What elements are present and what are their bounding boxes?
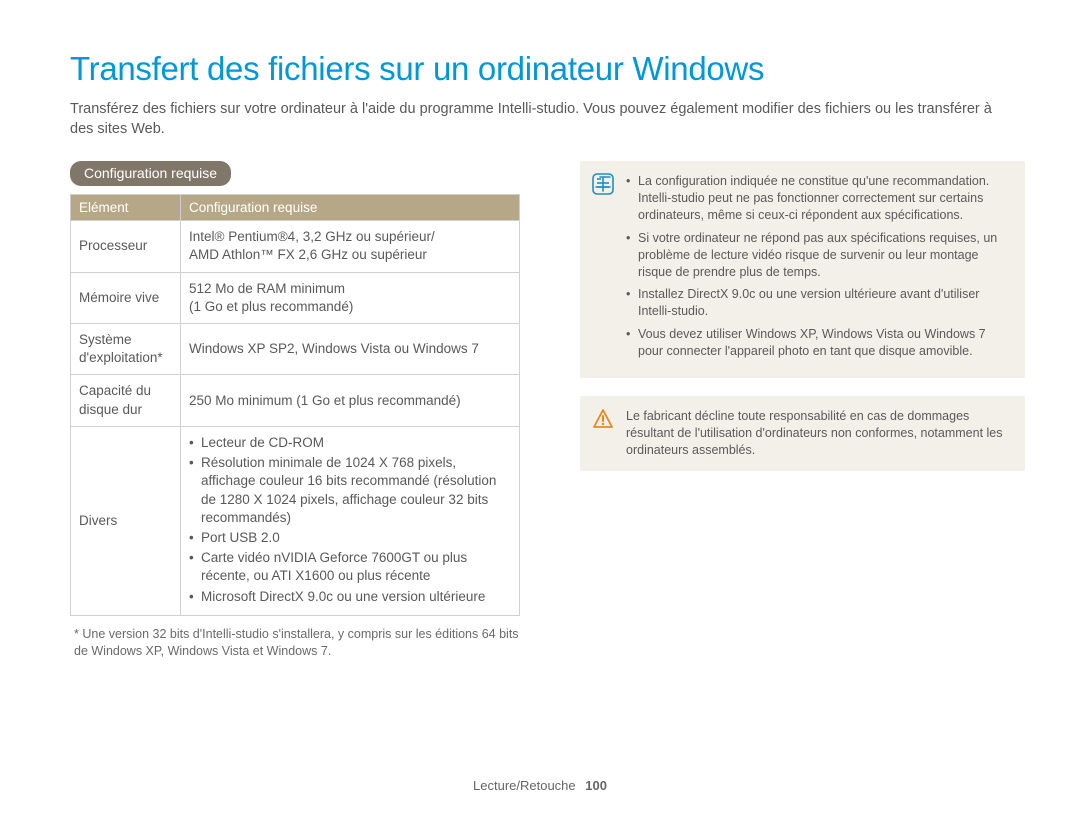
cell-hdd-key: Capacité du disque dur [71,375,181,426]
cell-cpu-val: Intel® Pentium®4, 3,2 GHz ou supérieur/ … [181,221,520,272]
left-column: Configuration requise Elément Configurat… [70,161,520,659]
list-item: Carte vidéo nVIDIA Geforce 7600GT ou plu… [189,549,511,585]
cell-misc-val: Lecteur de CD-ROM Résolution minimale de… [181,426,520,615]
page-title: Transfert des fichiers sur un ordinateur… [70,50,1025,88]
list-item: La configuration indiquée ne constitue q… [626,173,1011,224]
requirements-table: Elément Configuration requise Processeur… [70,194,520,616]
warning-icon [592,408,614,430]
cell-ram-val: 512 Mo de RAM minimum (1 Go et plus reco… [181,272,520,323]
cell-ram-key: Mémoire vive [71,272,181,323]
page-footer: Lecture/Retouche 100 [0,778,1080,793]
intro-text: Transférez des fichiers sur votre ordina… [70,100,1010,139]
footer-page-number: 100 [585,778,607,793]
list-item: Lecteur de CD-ROM [189,434,511,452]
list-item: Vous devez utiliser Windows XP, Windows … [626,326,1011,360]
table-row: Mémoire vive 512 Mo de RAM minimum (1 Go… [71,272,520,323]
cell-cpu-key: Processeur [71,221,181,272]
info-icon [592,173,614,195]
table-header-element: Elément [71,195,181,221]
cell-misc-key: Divers [71,426,181,615]
footer-section: Lecture/Retouche [473,778,576,793]
footnote: * Une version 32 bits d'Intelli-studio s… [70,626,520,660]
two-column-layout: Configuration requise Elément Configurat… [70,161,1025,659]
right-column: La configuration indiquée ne constitue q… [580,161,1025,659]
table-header-req: Configuration requise [181,195,520,221]
info-notebox: La configuration indiquée ne constitue q… [580,161,1025,378]
list-item: Microsoft DirectX 9.0c ou une version ul… [189,588,511,606]
info-list: La configuration indiquée ne constitue q… [626,173,1011,360]
list-item: Si votre ordinateur ne répond pas aux sp… [626,230,1011,281]
table-row: Divers Lecteur de CD-ROM Résolution mini… [71,426,520,615]
table-row: Capacité du disque dur 250 Mo minimum (1… [71,375,520,426]
cell-os-val: Windows XP SP2, Windows Vista ou Windows… [181,324,520,375]
list-item: Installez DirectX 9.0c ou une version ul… [626,286,1011,320]
warning-notebox: Le fabricant décline toute responsabilit… [580,396,1025,471]
cell-os-key: Système d'exploitation* [71,324,181,375]
table-row: Processeur Intel® Pentium®4, 3,2 GHz ou … [71,221,520,272]
misc-list: Lecteur de CD-ROM Résolution minimale de… [189,434,511,606]
section-heading-pill: Configuration requise [70,161,231,186]
cell-hdd-val: 250 Mo minimum (1 Go et plus recommandé) [181,375,520,426]
manual-page: Transfert des fichiers sur un ordinateur… [0,0,1080,815]
list-item: Résolution minimale de 1024 X 768 pixels… [189,454,511,527]
list-item: Port USB 2.0 [189,529,511,547]
table-row: Système d'exploitation* Windows XP SP2, … [71,324,520,375]
warning-text: Le fabricant décline toute responsabilit… [626,408,1011,459]
